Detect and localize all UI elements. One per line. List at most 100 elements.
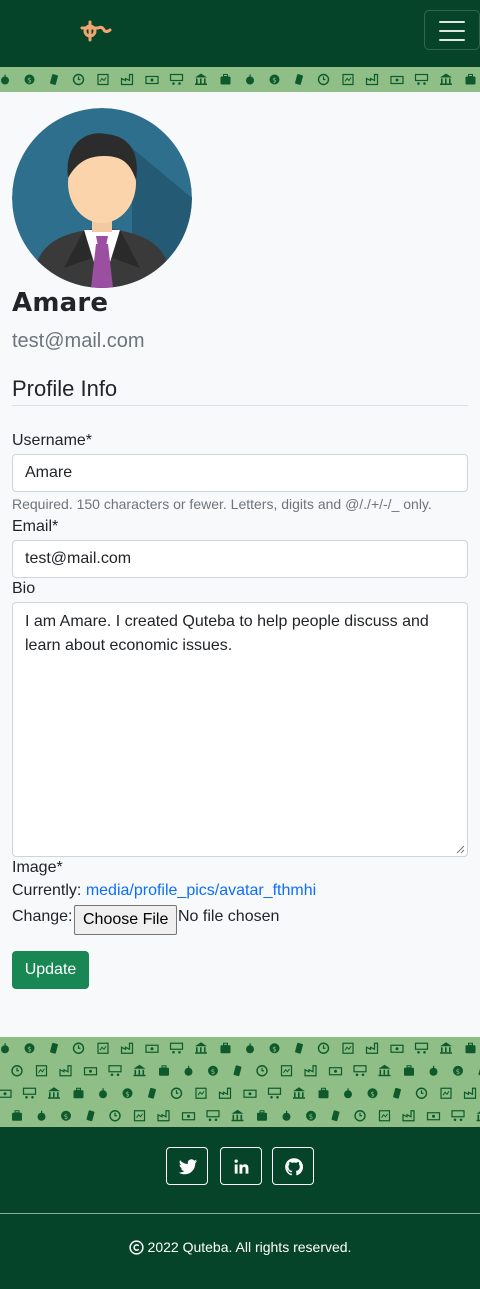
footer: 2022 Quteba. All rights reserved. — [0, 1127, 480, 1289]
svg-text:$: $ — [456, 1068, 460, 1076]
bank-icon — [48, 1087, 60, 1099]
github-icon[interactable] — [272, 1147, 314, 1185]
footer-divider — [0, 1213, 480, 1214]
bank-icon — [231, 1109, 244, 1122]
chart-icon — [35, 1065, 48, 1077]
document-icon — [295, 74, 303, 85]
clock-icon — [72, 73, 85, 86]
hamburger-menu-icon[interactable] — [424, 10, 480, 50]
current-image-link[interactable]: media/profile_pics/avatar_fthmhi — [86, 882, 316, 899]
dollar-icon: $ — [269, 1043, 280, 1054]
section-title: Profile Info — [12, 376, 118, 401]
apple-icon — [282, 1110, 291, 1121]
briefcase-icon — [220, 1042, 231, 1054]
document-icon — [86, 1110, 95, 1122]
cart-icon — [414, 1042, 429, 1054]
chart-icon — [97, 73, 109, 86]
copyright-icon — [128, 1240, 144, 1255]
briefcase-icon — [404, 1065, 414, 1076]
dollar-icon: $ — [453, 1065, 463, 1076]
briefcase-icon — [12, 1110, 22, 1121]
banknote-icon — [181, 1112, 196, 1121]
apple-icon — [344, 1088, 352, 1099]
factory-icon — [120, 73, 134, 86]
dollar-icon: $ — [122, 1088, 133, 1099]
username-help-text: Required. 150 characters or fewer. Lette… — [12, 496, 432, 512]
dollar-icon: $ — [269, 74, 280, 85]
choose-file-button[interactable]: Choose File — [74, 905, 178, 935]
banknote-icon — [390, 1044, 404, 1053]
cart-icon — [414, 73, 429, 85]
linkedin-icon[interactable] — [220, 1147, 262, 1185]
svg-text:$: $ — [27, 77, 31, 85]
document-icon — [331, 1110, 340, 1122]
chart-icon — [97, 1042, 109, 1054]
top-banner: $ $ — [0, 67, 480, 92]
clock-icon — [11, 1065, 23, 1077]
apple-icon — [429, 1065, 438, 1076]
chart-icon — [440, 1087, 452, 1099]
factory-icon — [218, 1087, 232, 1099]
bio-textarea[interactable]: I am Amare. I created Quteba to help peo… — [12, 602, 468, 857]
apple-icon — [246, 1043, 254, 1054]
pattern-svg: $ $ $ $ $ $ $ $ — [0, 1042, 480, 1122]
quteba-logo-icon[interactable] — [80, 18, 112, 44]
banknote-icon — [426, 1112, 441, 1121]
clock-icon — [317, 73, 330, 86]
bank-icon — [378, 1064, 391, 1077]
user-avatar-icon — [12, 108, 192, 288]
document-icon — [295, 1042, 303, 1054]
document-icon — [233, 1065, 242, 1077]
resize-handle-icon[interactable] — [455, 844, 465, 854]
chart-icon — [133, 1110, 146, 1122]
change-label: Change: — [12, 908, 73, 925]
bank-icon — [440, 1042, 452, 1054]
dollar-icon: $ — [24, 1043, 35, 1054]
bottom-banner: $ $ $ $ $ $ $ $ — [0, 1037, 480, 1127]
username-input[interactable]: Amare — [12, 454, 468, 492]
clock-icon — [317, 1042, 330, 1054]
currently-row: Currently: media/profile_pics/avatar_fth… — [12, 882, 316, 900]
factory-icon — [365, 73, 379, 86]
copyright-text: 2022 Quteba. All rights reserved. — [0, 1239, 480, 1255]
factory-icon — [304, 1065, 317, 1077]
briefcase-icon — [159, 1065, 169, 1076]
chart-icon — [280, 1065, 293, 1077]
dollar-icon: $ — [208, 1065, 218, 1076]
twitter-icon[interactable] — [166, 1147, 208, 1185]
document-icon — [50, 1042, 58, 1054]
factory-icon — [157, 1110, 170, 1122]
banknote-icon — [145, 1044, 159, 1053]
update-button[interactable]: Update — [12, 951, 89, 989]
briefcase-icon — [73, 1087, 84, 1099]
factory-icon — [463, 1087, 477, 1099]
cart-icon — [169, 73, 184, 85]
svg-text:$: $ — [125, 1090, 129, 1098]
dollar-icon: $ — [61, 1110, 71, 1121]
svg-text:$: $ — [309, 1113, 313, 1121]
email-input[interactable]: test@mail.com — [12, 540, 468, 578]
dollar-icon: $ — [24, 74, 35, 85]
svg-text:$: $ — [27, 1045, 31, 1053]
bank-icon — [293, 1087, 305, 1099]
clock-icon — [170, 1087, 183, 1099]
banknote-icon — [328, 1067, 343, 1076]
banknote-icon — [0, 1089, 12, 1098]
cart-icon — [108, 1065, 122, 1077]
currently-label: Currently: — [12, 882, 82, 899]
email-label: Email* — [12, 518, 59, 535]
svg-text:$: $ — [370, 1090, 374, 1098]
no-file-text: No file chosen — [178, 908, 280, 925]
bank-icon — [195, 1042, 207, 1054]
banknote-icon — [243, 1089, 257, 1098]
briefcase-icon — [465, 1042, 476, 1054]
svg-text:$: $ — [272, 77, 276, 85]
apple-icon — [246, 74, 254, 85]
dollar-icon: $ — [367, 1088, 378, 1099]
cart-icon — [353, 1065, 367, 1077]
cart-icon — [267, 1087, 282, 1099]
chart-icon — [195, 1087, 207, 1099]
clock-icon — [354, 1110, 366, 1122]
factory-icon — [120, 1042, 134, 1054]
cart-icon — [169, 1042, 184, 1054]
